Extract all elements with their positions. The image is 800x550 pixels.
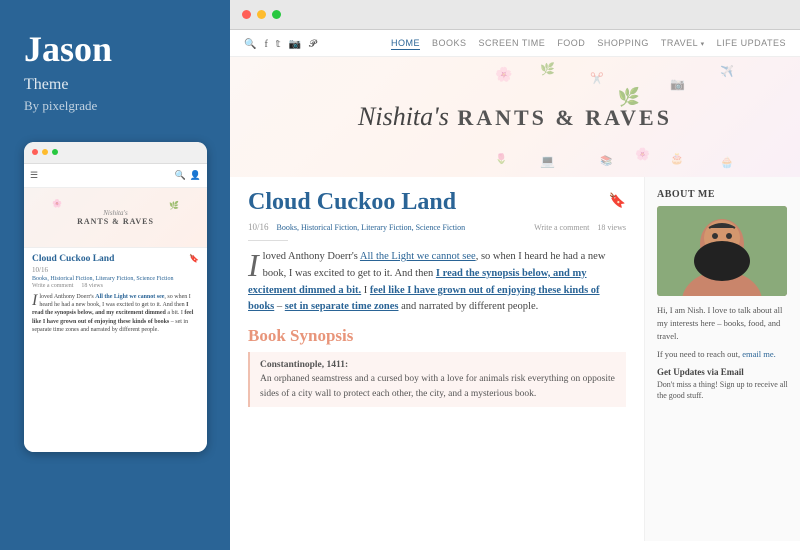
- article-meta-row: 10/16 Books, Historical Fiction, Literar…: [248, 222, 626, 232]
- mobile-preview: ☰ 🔍 👤 Nishita's RANTS & RAVES 🌸 🌿 Cloud …: [24, 142, 207, 452]
- mobile-content: Nishita's RANTS & RAVES 🌸 🌿 Cloud Cuckoo…: [24, 188, 207, 452]
- mobile-blog-header: Nishita's RANTS & RAVES 🌸 🌿: [24, 188, 207, 248]
- avatar-svg: [657, 206, 787, 296]
- mobile-link1: All the Light we cannot see: [95, 294, 164, 300]
- facebook-icon[interactable]: f: [264, 39, 267, 50]
- theme-subtitle: Theme: [24, 76, 206, 94]
- mobile-views: 18 views: [81, 283, 103, 289]
- floral-deco-5: ✈️: [720, 65, 734, 78]
- floral-deco-7: 💻: [540, 154, 555, 169]
- article-tags[interactable]: Books, Historical Fiction, Literary Fict…: [277, 223, 466, 232]
- floral-deco-10: 🧁: [720, 156, 734, 169]
- email-link[interactable]: email me.: [742, 349, 776, 359]
- article-text-1: loved Anthony Doerr's: [263, 251, 360, 262]
- nav-screen-time[interactable]: SCREEN TIME: [478, 38, 545, 50]
- mobile-dot-green: [52, 149, 58, 155]
- blog-header: 🌸 🌿 ✂️ 📷 ✈️ 🌷 💻 📚 🎂 🧁 🌿 🌸 Nishita's RANT…: [230, 57, 800, 177]
- blog-title-container: Nishita's RANTS & RAVES: [358, 102, 672, 132]
- author-avatar: [657, 206, 787, 296]
- pinterest-icon[interactable]: 𝓟: [309, 39, 316, 50]
- twitter-icon[interactable]: 𝕥: [276, 39, 281, 50]
- article-body-text: I loved Anthony Doerr's All the Light we…: [248, 249, 626, 316]
- floral-deco-1: 🌸: [495, 67, 512, 84]
- article-title-row: Cloud Cuckoo Land 🔖: [248, 189, 626, 216]
- nav-food[interactable]: FOOD: [557, 38, 585, 50]
- social-icons-bar: 🔍 f 𝕥 📷 𝓟: [244, 39, 316, 50]
- article-synopsis-title: Book Synopsis: [248, 326, 626, 346]
- article-bookmark-icon: 🔖: [609, 193, 626, 210]
- website: 🔍 f 𝕥 📷 𝓟 HOME BOOKS SCREEN TIME FOOD SH…: [230, 30, 800, 550]
- floral-deco-4: 📷: [670, 77, 685, 92]
- mobile-drop-cap: I: [32, 293, 37, 309]
- mobile-bold1: I read the synopsis below, and my excite…: [32, 302, 188, 316]
- mobile-dot-yellow: [42, 149, 48, 155]
- floral-deco-2: 🌿: [540, 62, 555, 77]
- browser-dot-red: [242, 10, 251, 19]
- theme-title: Jason: [24, 30, 206, 70]
- article-divider: [248, 240, 288, 241]
- content-area: Cloud Cuckoo Land 🔖 10/16 Books, Histori…: [230, 177, 800, 541]
- instagram-icon[interactable]: 📷: [288, 39, 300, 50]
- about-static-text: If you need to reach out,: [657, 349, 742, 359]
- main-article: Cloud Cuckoo Land 🔖 10/16 Books, Histori…: [230, 177, 645, 541]
- article-title-text: Cloud Cuckoo Land: [248, 189, 456, 216]
- nav-shopping[interactable]: SHOPPING: [597, 38, 649, 50]
- mobile-write-comment[interactable]: Write a comment: [32, 283, 73, 289]
- site-topbar: 🔍 f 𝕥 📷 𝓟 HOME BOOKS SCREEN TIME FOOD SH…: [230, 30, 800, 57]
- nav-travel[interactable]: TRAVEL: [661, 38, 705, 50]
- article-text-4: –: [274, 301, 285, 312]
- mobile-topbar: ☰ 🔍 👤: [24, 164, 207, 188]
- site-nav: HOME BOOKS SCREEN TIME FOOD SHOPPING TRA…: [391, 38, 786, 50]
- nav-home[interactable]: HOME: [391, 38, 420, 50]
- article-quote-title: Constantinople, 1411:: [260, 360, 348, 370]
- mobile-post-area: Cloud Cuckoo Land 🔖 10/16 Books, Histori…: [24, 248, 207, 341]
- article-text-3: I: [361, 285, 370, 296]
- get-updates-title: Get Updates via Email: [657, 367, 788, 377]
- blog-rants-raves: RANTS & RAVES: [449, 105, 672, 130]
- nav-books[interactable]: BOOKS: [432, 38, 467, 50]
- article-drop-cap: I: [248, 249, 259, 281]
- browser-chrome: [230, 0, 800, 30]
- article-views: 18 views: [597, 223, 626, 232]
- about-text: Hi, I am Nish. I love to talk about all …: [657, 304, 788, 342]
- about-section-title: About me: [657, 189, 788, 200]
- nav-life-updates[interactable]: LIFE UPDATES: [717, 38, 786, 50]
- article-quote-block: Constantinople, 1411: An orphaned seamst…: [248, 352, 626, 407]
- right-sidebar: About me Hi, I am Nish.: [645, 177, 800, 541]
- mobile-post-meta: Write a comment 18 views: [32, 283, 199, 289]
- theme-credit: By pixelgrade: [24, 98, 206, 114]
- updates-text: Don't miss a thing! Sign up to receive a…: [657, 379, 788, 401]
- floral-deco-8: 📚: [600, 156, 612, 167]
- floral-deco-3: ✂️: [590, 72, 604, 85]
- mobile-dot-red: [32, 149, 38, 155]
- search-icon[interactable]: 🔍: [244, 39, 256, 50]
- floral-deco-12: 🌸: [635, 147, 650, 162]
- mobile-topbar-icons: ☰: [30, 170, 38, 181]
- article-text-5: and narrated by different people.: [399, 301, 539, 312]
- blog-name-italic: Nishita's RANTS & RAVES: [358, 102, 672, 132]
- article-bold-link-3[interactable]: set in separate time zones: [285, 301, 399, 312]
- mobile-search-area: 🔍 👤: [175, 170, 201, 181]
- browser-dot-yellow: [257, 10, 266, 19]
- main-browser: 🔍 f 𝕥 📷 𝓟 HOME BOOKS SCREEN TIME FOOD SH…: [230, 0, 800, 550]
- floral-deco-9: 🎂: [670, 152, 684, 165]
- article-write-comment[interactable]: Write a comment: [534, 223, 589, 232]
- article-date: 10/16: [248, 222, 269, 232]
- mobile-browser-bar: [24, 142, 207, 164]
- mobile-bookmark-icon: 🔖: [189, 254, 199, 263]
- mobile-profile-icon: 👤: [190, 170, 201, 181]
- browser-dot-green: [272, 10, 281, 19]
- mobile-post-title: Cloud Cuckoo Land: [32, 254, 114, 264]
- mobile-post-text: I loved Anthony Doerr's All the Light we…: [32, 293, 199, 335]
- mobile-menu-icon: ☰: [30, 170, 38, 181]
- article-quote-text: An orphaned seamstress and a cursed boy …: [260, 374, 615, 398]
- about-link-text: If you need to reach out, email me.: [657, 348, 788, 361]
- mobile-search-icon: 🔍: [175, 170, 186, 181]
- mobile-post-tags: Books, Historical Fiction, Literary Fict…: [32, 276, 199, 282]
- blog-nishitas: Nishita's: [358, 102, 449, 131]
- floral-deco-6: 🌷: [495, 154, 507, 165]
- left-sidebar: Jason Theme By pixelgrade ☰ 🔍 👤 Nishita'…: [0, 0, 230, 550]
- mobile-post-date: 10/16: [32, 266, 199, 274]
- article-link-1[interactable]: All the Light we cannot see: [360, 251, 476, 262]
